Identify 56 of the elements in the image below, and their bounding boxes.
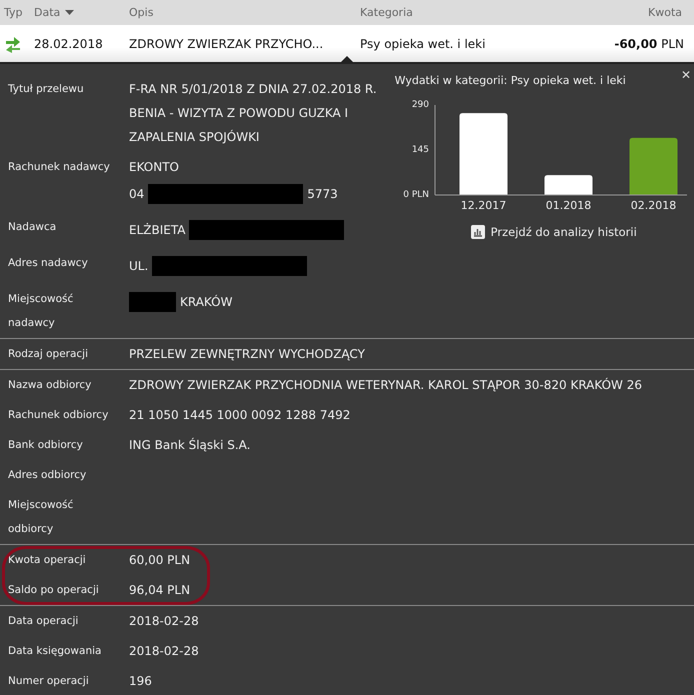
field-value: ING Bank Śląski S.A. [129, 438, 250, 452]
field-label: Rodzaj operacji [8, 347, 90, 362]
column-header[interactable]: Opis [129, 6, 154, 19]
field-label: Adres nadawcy [8, 256, 89, 271]
bar-chart-icon [470, 225, 485, 239]
field-value: F-RA NR 5/01/2018 Z DNIA 27.02.2018 R. [129, 82, 377, 96]
category-cell: Psy opieka wet. i leki [360, 36, 486, 50]
amount-cell: -60,00 PLN [614, 36, 684, 50]
column-header[interactable]: Typ [4, 6, 22, 19]
transfer-arrows-icon [5, 34, 21, 52]
axis-tick-label: 290 [411, 100, 429, 110]
field-value: 04 [129, 187, 144, 201]
axis-tick-label: 0 PLN [402, 190, 429, 200]
field-value: ELŻBIETA [129, 223, 186, 237]
field-label: Kwota operacji [8, 553, 87, 568]
column-header[interactable]: Data [34, 6, 74, 19]
description-cell: ZDROWY ZWIERZAK PRZYCHO... [129, 36, 324, 50]
field-label: Saldo po operacji [8, 583, 100, 598]
field-value: PRZELEW ZEWNĘTRZNY WYCHODZĄCY [129, 347, 365, 361]
field-label: Data księgowania [8, 644, 102, 659]
field-value: 5773 [307, 187, 338, 201]
transaction-row[interactable]: 28.02.2018 ZDROWY ZWIERZAK PRZYCHO... Psy opieka wet. i leki -60,00 PLN [0, 25, 694, 64]
field-label: Tytuł przelewu [8, 82, 85, 97]
chart-title: Wydatki w kategorii: Psy opieka wet. i leki [394, 74, 626, 87]
field-label: Nadawca [8, 220, 58, 235]
date-cell: 28.02.2018 [34, 36, 103, 50]
field-value: ZAPALENIA SPOJÓWKI [129, 130, 260, 144]
redaction-bar [129, 292, 176, 312]
field-label: Bank odbiorcy [8, 438, 84, 453]
field-label: Rachunek odbiorcy [8, 408, 110, 423]
field-value: UL. [129, 259, 148, 273]
field-value: 2018-02-28 [129, 644, 199, 658]
field-label: Miejscowość nadawcy [8, 292, 74, 331]
field-label: Adres odbiorcy [8, 468, 88, 483]
field-label: Numer operacji [8, 674, 90, 689]
field-label: Miejscowość odbiorcy [8, 498, 74, 537]
field-label: Nazwa odbiorcy [8, 378, 92, 393]
field-value: BENIA - WIZYTA Z POWODU GUZKA I [129, 106, 348, 120]
axis-category-label: 01.2018 [545, 199, 591, 212]
field-label: Rachunek nadawcy [8, 160, 111, 175]
history-analysis-link[interactable]: Przejdź do analizy historii [470, 225, 637, 239]
field-value: ZDROWY ZWIERZAK PRZYCHODNIA WETERYNAR. KAROL STĄPOR 30-820 KRAKÓW 26 [129, 378, 642, 392]
column-header[interactable]: Kwota [648, 6, 682, 19]
field-value: 96,04 PLN [129, 583, 190, 597]
axis-tick-label: 145 [411, 145, 429, 155]
field-value: 2018-02-28 [129, 614, 199, 628]
axis-category-label: 12.2017 [460, 199, 506, 212]
field-value: 60,00 PLN [129, 553, 190, 567]
field-value: EKONTO [129, 160, 179, 174]
column-header[interactable]: Kategoria [360, 6, 413, 19]
field-value: 196 [129, 674, 152, 688]
field-value: 21 1050 1445 1000 0092 1288 7492 [129, 408, 350, 422]
field-value: KRAKÓW [180, 295, 232, 309]
close-icon[interactable]: ✕ [680, 68, 691, 82]
field-label: Data operacji [8, 614, 80, 629]
axis-category-label: 02.2018 [630, 199, 676, 212]
